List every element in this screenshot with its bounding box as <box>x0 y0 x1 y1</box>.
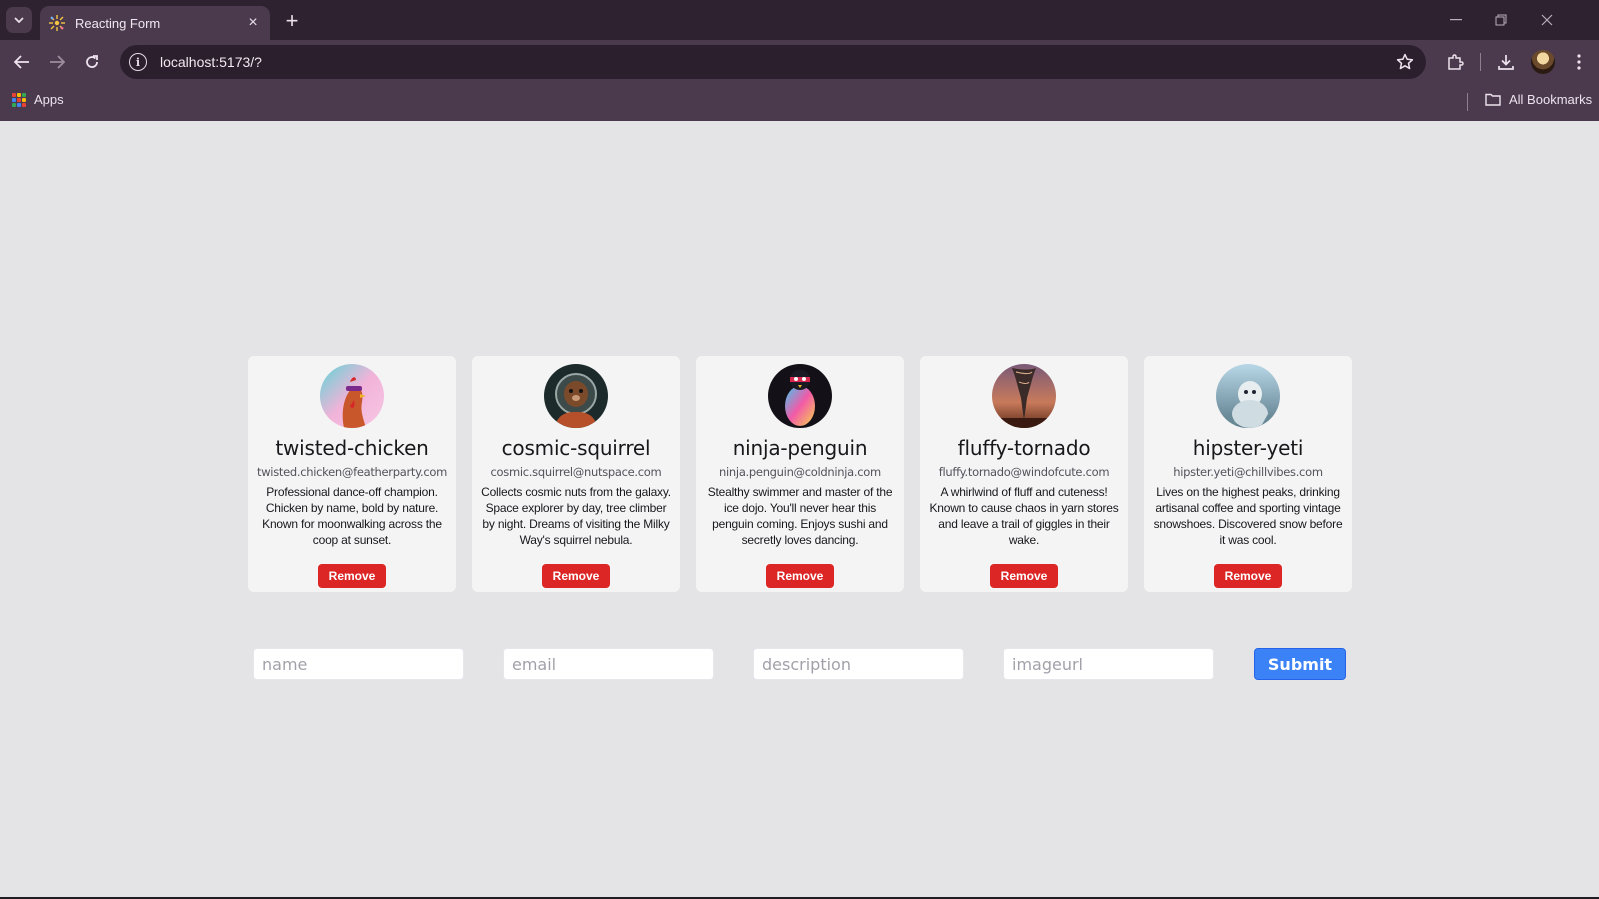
toolbar-divider <box>1480 53 1481 71</box>
profile-card: hipster-yeti hipster.yeti@chillvibes.com… <box>1144 356 1352 592</box>
new-tab-plus-icon[interactable]: + <box>280 8 304 33</box>
imageurl-input[interactable] <box>1003 648 1214 680</box>
profile-card: twisted-chicken twisted.chicken@featherp… <box>248 356 456 592</box>
profile-card: fluffy-tornado fluffy.tornado@windofcute… <box>920 356 1128 592</box>
close-window-icon[interactable] <box>1532 8 1562 32</box>
react-favicon-icon <box>48 14 66 32</box>
address-bar[interactable]: i localhost:5173/? <box>120 45 1426 79</box>
browser-tab-active[interactable]: Reacting Form × <box>40 6 270 40</box>
all-bookmarks-button[interactable]: All Bookmarks <box>1485 92 1592 107</box>
remove-button[interactable]: Remove <box>1214 564 1282 588</box>
tab-strip: Reacting Form × + <box>0 0 1599 40</box>
folder-icon <box>1485 93 1501 106</box>
tab-title: Reacting Form <box>75 15 161 31</box>
card-name: twisted-chicken <box>275 436 429 460</box>
minimize-icon[interactable] <box>1441 8 1471 32</box>
card-email: hipster.yeti@chillvibes.com <box>1173 465 1323 479</box>
avatar-image <box>768 364 832 428</box>
tab-search-chevron-icon[interactable] <box>6 7 32 33</box>
card-description: A whirlwind of fluff and cuteness! Known… <box>929 485 1119 547</box>
site-info-icon[interactable]: i <box>129 53 147 71</box>
card-email: ninja.penguin@coldninja.com <box>719 465 881 479</box>
email-input[interactable] <box>503 648 714 680</box>
profile-avatar[interactable] <box>1531 50 1555 74</box>
bookmarks-bar: Apps All Bookmarks <box>0 84 1599 121</box>
url-text[interactable]: localhost:5173/? <box>160 54 1394 70</box>
card-description: Stealthy swimmer and master of the ice d… <box>707 485 893 547</box>
profile-card: ninja-penguin ninja.penguin@coldninja.co… <box>696 356 904 592</box>
card-name: ninja-penguin <box>732 436 868 460</box>
avatar-image <box>544 364 608 428</box>
remove-button[interactable]: Remove <box>766 564 834 588</box>
remove-button[interactable]: Remove <box>318 564 386 588</box>
avatar-image <box>320 364 384 428</box>
more-menu-icon[interactable] <box>1567 50 1591 74</box>
description-input[interactable] <box>753 648 964 680</box>
apps-label: Apps <box>34 92 64 107</box>
card-name: fluffy-tornado <box>957 436 1091 460</box>
avatar-image <box>992 364 1056 428</box>
card-email: cosmic.squirrel@nutspace.com <box>490 465 662 479</box>
card-email: twisted.chicken@featherparty.com <box>256 465 448 479</box>
download-icon[interactable] <box>1494 50 1518 74</box>
back-arrow-icon[interactable] <box>9 49 35 75</box>
card-name: cosmic-squirrel <box>501 436 651 460</box>
submit-button[interactable]: Submit <box>1254 648 1346 680</box>
card-description: Collects cosmic nuts from the galaxy. Sp… <box>481 485 671 547</box>
close-tab-icon[interactable]: × <box>244 14 262 32</box>
profile-card: cosmic-squirrel cosmic.squirrel@nutspace… <box>472 356 680 592</box>
card-description: Professional dance-off champion. Chicken… <box>262 485 442 547</box>
all-bookmarks-label: All Bookmarks <box>1509 92 1593 107</box>
bookmarks-divider <box>1467 93 1468 111</box>
bookmark-star-icon[interactable] <box>1394 51 1416 73</box>
apps-grid-icon <box>12 92 26 107</box>
browser-toolbar: i localhost:5173/? <box>0 40 1599 84</box>
card-name: hipster-yeti <box>1192 436 1304 460</box>
apps-bookmark[interactable]: Apps <box>12 92 64 107</box>
profile-cards: twisted-chicken twisted.chicken@featherp… <box>248 356 1352 592</box>
restore-icon[interactable] <box>1486 8 1516 32</box>
forward-arrow-icon[interactable] <box>44 49 70 75</box>
reload-icon[interactable] <box>79 49 105 75</box>
card-email: fluffy.tornado@windofcute.com <box>938 465 1110 479</box>
extensions-puzzle-icon[interactable] <box>1443 50 1467 74</box>
name-input[interactable] <box>253 648 464 680</box>
remove-button[interactable]: Remove <box>542 564 610 588</box>
avatar-image <box>1216 364 1280 428</box>
card-description: Lives on the highest peaks, drinking art… <box>1153 485 1343 547</box>
remove-button[interactable]: Remove <box>990 564 1058 588</box>
